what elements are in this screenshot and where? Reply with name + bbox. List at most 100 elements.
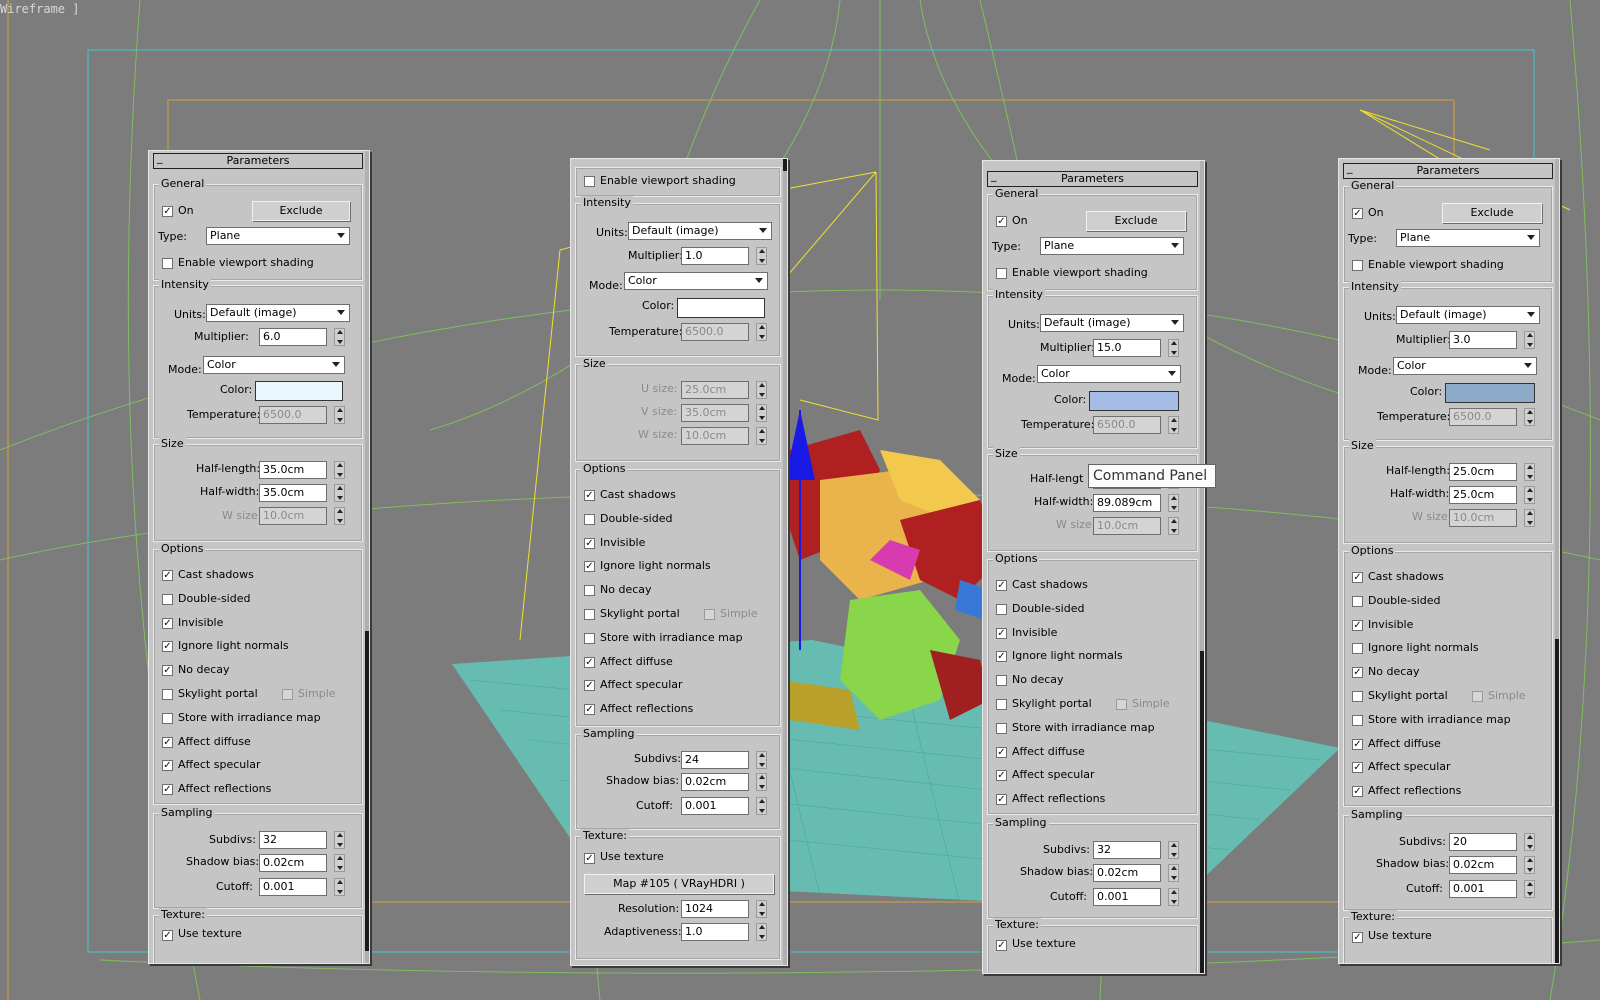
w-size-input[interactable]: 10.0cm: [1093, 517, 1161, 535]
option-checkbox[interactable]: ✓: [996, 604, 1007, 615]
option-checkbox[interactable]: ✓: [996, 723, 1007, 734]
w-size-spinner[interactable]: [1524, 509, 1535, 527]
subdivs-spinner[interactable]: [1168, 841, 1179, 859]
use-texture-checkbox[interactable]: ✓: [584, 853, 595, 864]
option-checkbox[interactable]: ✓: [162, 784, 173, 795]
units-dropdown[interactable]: Default (image): [1396, 306, 1540, 324]
units-dropdown[interactable]: Default (image): [1040, 314, 1184, 332]
half-width-input[interactable]: 25.0cm: [1449, 486, 1517, 504]
use-texture-checkbox[interactable]: ✓: [996, 940, 1007, 951]
cutoff-spinner[interactable]: [334, 878, 345, 896]
color-swatch[interactable]: [677, 298, 765, 318]
option-checkbox[interactable]: ✓: [1352, 786, 1363, 797]
type-dropdown[interactable]: Plane: [1040, 237, 1184, 255]
on-checkbox[interactable]: ✓: [996, 216, 1007, 227]
temperature-spinner[interactable]: [334, 406, 345, 424]
u-size-spinner[interactable]: [756, 381, 767, 399]
color-swatch[interactable]: [1089, 391, 1179, 411]
option-checkbox[interactable]: ✓: [1352, 572, 1363, 583]
option-checkbox[interactable]: ✓: [584, 609, 595, 620]
half-length-input[interactable]: 25.0cm: [1449, 463, 1517, 481]
scrollbar[interactable]: [1555, 159, 1559, 963]
temperature-input[interactable]: 6500.0: [681, 323, 749, 341]
option-checkbox[interactable]: ✓: [1352, 643, 1363, 654]
option-checkbox[interactable]: ✓: [584, 538, 595, 549]
option-checkbox[interactable]: ✓: [584, 585, 595, 596]
resolution-spinner[interactable]: [756, 900, 767, 918]
option-checkbox[interactable]: ✓: [584, 633, 595, 644]
mode-dropdown[interactable]: Color: [1037, 365, 1181, 383]
half-width-spinner[interactable]: [1524, 486, 1535, 504]
option-checkbox[interactable]: ✓: [1352, 762, 1363, 773]
option-checkbox[interactable]: ✓: [996, 675, 1007, 686]
multiplier-input[interactable]: 15.0: [1093, 339, 1161, 357]
w-size-input[interactable]: 10.0cm: [681, 427, 749, 445]
option-checkbox[interactable]: ✓: [162, 594, 173, 605]
subdivs-input[interactable]: 32: [259, 831, 327, 849]
option-checkbox[interactable]: ✓: [996, 580, 1007, 591]
viewport-shading-checkbox[interactable]: ✓: [1352, 260, 1363, 271]
option-checkbox[interactable]: ✓: [162, 665, 173, 676]
half-width-spinner[interactable]: [1168, 494, 1179, 512]
color-swatch[interactable]: [1445, 383, 1535, 403]
cutoff-spinner[interactable]: [1168, 888, 1179, 906]
multiplier-spinner[interactable]: [334, 328, 345, 346]
subdivs-input[interactable]: 20: [1449, 833, 1517, 851]
option-checkbox[interactable]: ✓: [1352, 715, 1363, 726]
w-size-spinner[interactable]: [1168, 517, 1179, 535]
shadow-bias-spinner[interactable]: [1524, 856, 1535, 874]
shadow-bias-input[interactable]: 0.02cm: [1093, 864, 1161, 882]
w-size-spinner[interactable]: [334, 507, 345, 525]
option-checkbox[interactable]: ✓: [162, 618, 173, 629]
v-size-input[interactable]: 35.0cm: [681, 404, 749, 422]
option-checkbox[interactable]: ✓: [584, 704, 595, 715]
option-checkbox[interactable]: ✓: [584, 680, 595, 691]
w-size-spinner[interactable]: [756, 427, 767, 445]
scrollbar[interactable]: [1200, 161, 1204, 973]
multiplier-input[interactable]: 1.0: [681, 247, 749, 265]
exclude-button[interactable]: Exclude: [1442, 203, 1542, 223]
units-dropdown[interactable]: Default (image): [206, 304, 350, 322]
option-checkbox[interactable]: ✓: [1352, 739, 1363, 750]
color-swatch[interactable]: [255, 381, 343, 401]
subdivs-spinner[interactable]: [1524, 833, 1535, 851]
option-checkbox[interactable]: ✓: [996, 747, 1007, 758]
option-checkbox[interactable]: ✓: [996, 628, 1007, 639]
option-checkbox[interactable]: ✓: [1352, 667, 1363, 678]
cutoff-input[interactable]: 0.001: [259, 878, 327, 896]
option-checkbox[interactable]: ✓: [162, 689, 173, 700]
w-size-input[interactable]: 10.0cm: [259, 507, 327, 525]
type-dropdown[interactable]: Plane: [1396, 229, 1540, 247]
option-checkbox[interactable]: ✓: [1352, 620, 1363, 631]
w-size-input[interactable]: 10.0cm: [1449, 509, 1517, 527]
shadow-bias-spinner[interactable]: [1168, 864, 1179, 882]
temperature-spinner[interactable]: [1168, 416, 1179, 434]
subdivs-input[interactable]: 32: [1093, 841, 1161, 859]
adaptiveness-spinner[interactable]: [756, 923, 767, 941]
viewport-shading-checkbox[interactable]: ✓: [996, 268, 1007, 279]
option-checkbox[interactable]: ✓: [584, 490, 595, 501]
option-checkbox[interactable]: ✓: [1352, 596, 1363, 607]
option-checkbox[interactable]: ✓: [162, 641, 173, 652]
rollout-header[interactable]: _ Parameters: [153, 151, 363, 169]
simple-checkbox[interactable]: ✓: [704, 609, 715, 620]
option-checkbox[interactable]: ✓: [1352, 691, 1363, 702]
shadow-bias-input[interactable]: 0.02cm: [681, 773, 749, 791]
multiplier-spinner[interactable]: [1524, 331, 1535, 349]
temperature-input[interactable]: 6500.0: [1449, 408, 1517, 426]
cutoff-input[interactable]: 0.001: [681, 797, 749, 815]
viewport-shading-checkbox[interactable]: ✓: [584, 176, 595, 187]
cutoff-spinner[interactable]: [1524, 880, 1535, 898]
option-checkbox[interactable]: ✓: [996, 770, 1007, 781]
scrollbar[interactable]: [783, 159, 787, 965]
scrollbar[interactable]: [365, 151, 369, 963]
on-checkbox[interactable]: ✓: [162, 206, 173, 217]
subdivs-input[interactable]: 24: [681, 751, 749, 769]
option-checkbox[interactable]: ✓: [996, 651, 1007, 662]
subdivs-spinner[interactable]: [756, 751, 767, 769]
mode-dropdown[interactable]: Color: [203, 356, 345, 374]
option-checkbox[interactable]: ✓: [162, 713, 173, 724]
temperature-spinner[interactable]: [756, 323, 767, 341]
exclude-button[interactable]: Exclude: [1086, 211, 1186, 231]
multiplier-spinner[interactable]: [1168, 339, 1179, 357]
